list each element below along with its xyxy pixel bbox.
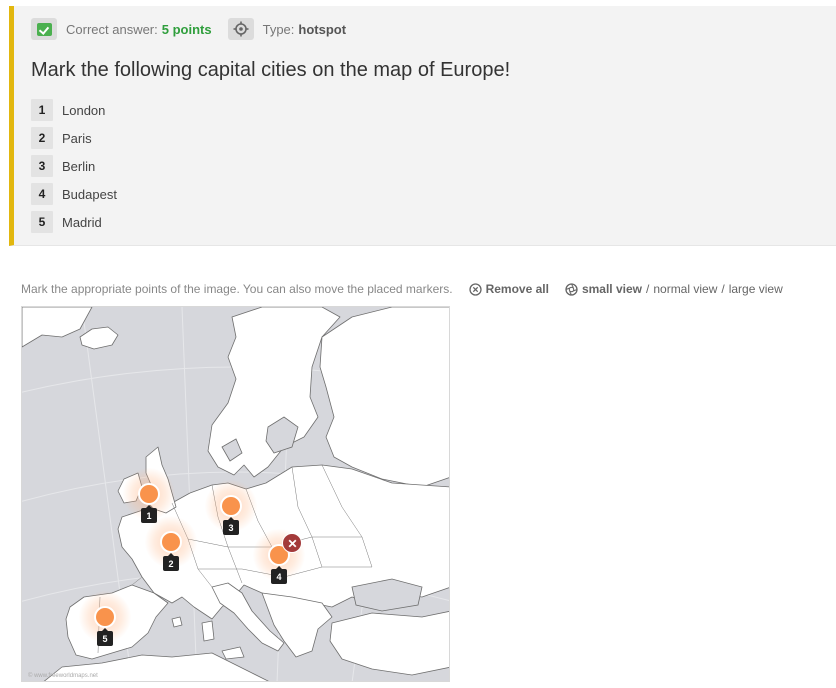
answer-item: 4 Budapest	[31, 180, 117, 208]
type-value: hotspot	[298, 21, 347, 37]
question-card: Correct answer: 5 points Type: hotspot M…	[9, 6, 836, 246]
points-value: 5 points	[161, 21, 212, 37]
remove-all-button[interactable]: Remove all	[468, 282, 549, 296]
answer-label: Budapest	[62, 186, 117, 202]
view-separator: /	[646, 282, 650, 296]
question-meta: Correct answer: 5 points Type: hotspot	[31, 17, 346, 41]
marker-dot[interactable]	[94, 606, 116, 628]
marker-label: 3	[223, 517, 239, 535]
answer-number: 5	[31, 211, 53, 233]
view-separator: /	[721, 282, 725, 296]
marker-dot[interactable]	[160, 531, 182, 553]
marker-dot[interactable]	[220, 495, 242, 517]
large-view-link[interactable]: large view	[729, 282, 783, 296]
map-toolbar: Mark the appropriate points of the image…	[21, 279, 783, 299]
close-icon	[288, 539, 296, 547]
remove-marker-button[interactable]	[282, 533, 302, 553]
answer-label: Paris	[62, 130, 92, 146]
map-copyright: © www.freeworldmaps.net	[28, 673, 98, 679]
answer-number: 4	[31, 183, 53, 205]
answer-item: 5 Madrid	[31, 208, 117, 236]
target-icon	[233, 21, 249, 37]
answer-number: 1	[31, 99, 53, 121]
question-title: Mark the following capital cities on the…	[31, 59, 511, 81]
marker-dot[interactable]	[138, 483, 160, 505]
marker-label: 2	[163, 553, 179, 571]
type-label: Type:	[262, 21, 295, 37]
type-badge	[227, 18, 254, 40]
marker-label: 5	[97, 628, 113, 646]
europe-map[interactable]: © www.freeworldmaps.net 1 2 3 4 5	[21, 306, 450, 682]
marker-label: 4	[271, 566, 287, 584]
remove-circle-icon	[468, 282, 482, 296]
small-view-link[interactable]: small view	[582, 282, 642, 296]
aperture-icon	[565, 282, 578, 296]
correct-answer-label: Correct answer:	[66, 21, 158, 37]
answer-item: 1 London	[31, 96, 117, 124]
answer-number: 2	[31, 127, 53, 149]
answer-list: 1 London 2 Paris 3 Berlin 4 Budapest 5 M…	[31, 96, 117, 236]
check-icon	[36, 22, 52, 36]
answer-item: 2 Paris	[31, 124, 117, 152]
answer-label: Madrid	[62, 214, 102, 230]
answer-number: 3	[31, 155, 53, 177]
answer-label: London	[62, 102, 106, 118]
answer-item: 3 Berlin	[31, 152, 117, 180]
answer-label: Berlin	[62, 158, 96, 174]
instruction-text: Mark the appropriate points of the image…	[21, 282, 453, 296]
remove-all-label: Remove all	[485, 282, 549, 296]
normal-view-link[interactable]: normal view	[653, 282, 717, 296]
correct-answer-badge	[31, 18, 57, 40]
view-size-switcher: small view / normal view / large view	[565, 282, 783, 296]
